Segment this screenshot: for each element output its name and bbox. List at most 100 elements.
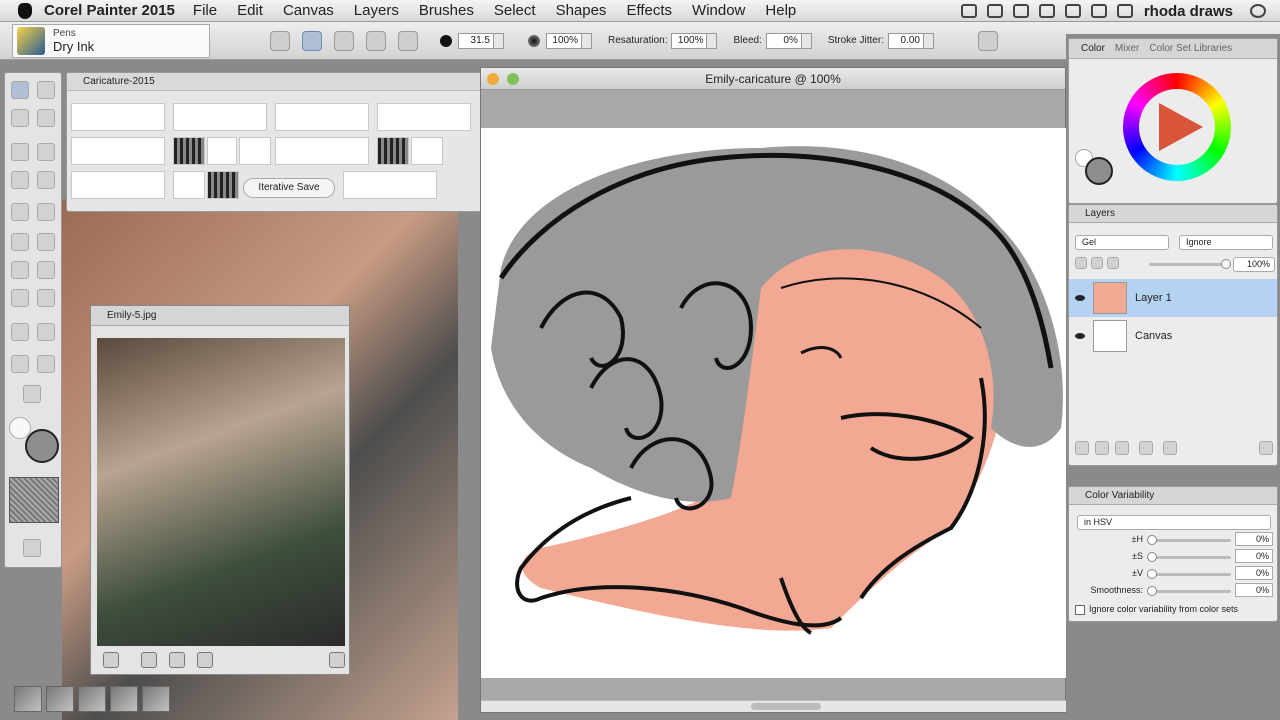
saturation-field[interactable]: 0% [1235, 549, 1273, 563]
create-layer-mask-icon[interactable] [1139, 441, 1153, 455]
brush-selector[interactable]: Pens Dry Ink [12, 23, 210, 58]
hue-slider[interactable] [1147, 535, 1231, 545]
apple-icon[interactable] [18, 2, 32, 19]
cloner-icon[interactable] [11, 289, 29, 307]
main-color-swatch[interactable] [25, 429, 59, 463]
screen-mode-icon[interactable] [23, 539, 41, 557]
bleed-field[interactable]: 0% [765, 32, 802, 49]
menu-layers[interactable]: Layers [354, 2, 399, 19]
dropper-tool-icon[interactable] [37, 81, 55, 99]
rect-selection-icon[interactable] [37, 143, 55, 161]
preserve-select[interactable]: Ignore [1179, 235, 1273, 250]
menu-select[interactable]: Select [494, 2, 536, 19]
clock-icon[interactable] [1116, 4, 1133, 18]
lock-layer-icon[interactable] [1163, 441, 1177, 455]
brush-preset[interactable] [173, 103, 267, 131]
magic-wand-icon[interactable] [37, 171, 55, 189]
layer-opacity-slider[interactable] [1149, 259, 1231, 269]
close-window-icon[interactable] [487, 73, 499, 85]
dodge-icon[interactable] [37, 289, 55, 307]
brush-tool-icon[interactable] [11, 81, 29, 99]
hand-icon[interactable] [197, 652, 213, 668]
visibility-eye-icon[interactable] [1075, 295, 1085, 301]
text-tool-icon[interactable] [11, 261, 29, 279]
composite-method-select[interactable]: Gel [1075, 235, 1169, 250]
brush-preset[interactable] [71, 171, 165, 199]
brush-preset[interactable] [275, 103, 369, 131]
delete-layer-icon[interactable] [1259, 441, 1273, 455]
drawing-canvas[interactable] [481, 128, 1067, 678]
mirror-painting-icon[interactable] [11, 323, 29, 341]
menu-brushes[interactable]: Brushes [419, 2, 474, 19]
eraser-tool-icon[interactable] [37, 109, 55, 127]
brush-tracking-icon[interactable] [977, 30, 998, 51]
volume-icon[interactable] [1090, 4, 1107, 18]
stroke-attributes-icon[interactable] [366, 30, 386, 51]
jitter-field[interactable]: 0.00 [887, 32, 924, 49]
brush-preset[interactable] [207, 171, 239, 199]
main-color-swatch[interactable] [1085, 157, 1113, 185]
resaturation-dropdown[interactable] [707, 32, 718, 49]
menu-help[interactable]: Help [765, 2, 796, 19]
open-image-icon[interactable] [103, 652, 119, 668]
paint-bucket-icon[interactable] [11, 109, 29, 127]
brush-preset[interactable] [343, 171, 437, 199]
brush-preset[interactable] [411, 137, 443, 165]
transform-icon[interactable] [11, 203, 29, 221]
horizontal-scrollbar[interactable] [481, 700, 1067, 712]
brush-preset[interactable] [173, 171, 205, 199]
hue-knob[interactable] [1147, 535, 1157, 545]
display-icon[interactable] [1038, 4, 1055, 18]
hue-ring[interactable] [1123, 73, 1231, 181]
bleed-dropdown[interactable] [801, 32, 812, 49]
zoom-window-icon[interactable] [507, 73, 519, 85]
iterative-save-button[interactable]: Iterative Save [243, 178, 335, 198]
smoothness-knob[interactable] [1147, 586, 1157, 596]
layer-opacity-knob[interactable] [1221, 259, 1231, 269]
layer-preserve-icon[interactable] [1107, 257, 1119, 269]
tab-color[interactable]: Color [1081, 43, 1105, 54]
rotate-page-icon[interactable] [23, 385, 41, 403]
saturation-knob[interactable] [1147, 552, 1157, 562]
user-name[interactable]: rhoda draws [1144, 3, 1233, 20]
resaturation-field[interactable]: 100% [671, 32, 708, 49]
smoothness-slider[interactable] [1147, 586, 1231, 596]
straight-line-icon[interactable] [334, 30, 354, 51]
brush-preset[interactable] [239, 137, 271, 165]
tab-mixer[interactable]: Mixer [1115, 43, 1139, 54]
menu-file[interactable]: File [193, 2, 217, 19]
tab-color-set-libraries[interactable]: Color Set Libraries [1149, 43, 1232, 54]
layer-lock-icon[interactable] [1075, 257, 1087, 269]
brush-preset[interactable] [275, 137, 369, 165]
brush-preset[interactable] [207, 137, 237, 165]
saturation-value-area[interactable] [1139, 89, 1215, 165]
app-name[interactable]: Corel Painter 2015 [44, 2, 175, 19]
freehand-stroke-icon[interactable] [302, 30, 322, 51]
pen-shape-icon[interactable] [11, 233, 29, 251]
menu-window[interactable]: Window [692, 2, 745, 19]
color-triangle[interactable] [1159, 103, 1203, 151]
dropbox-icon[interactable] [960, 4, 977, 18]
menu-effects[interactable]: Effects [626, 2, 672, 19]
sync-icon[interactable] [1064, 4, 1081, 18]
layer-pick-up-icon[interactable] [1091, 257, 1103, 269]
wifi-icon[interactable] [1012, 4, 1029, 18]
hue-field[interactable]: 0% [1235, 532, 1273, 546]
rectangle-shape-icon[interactable] [37, 233, 55, 251]
paper-selector-icon[interactable] [14, 686, 42, 712]
perspective-icon[interactable] [37, 323, 55, 341]
variability-mode-select[interactable]: in HSV [1077, 515, 1271, 530]
search-icon[interactable] [1250, 4, 1266, 18]
brush-preset[interactable] [377, 137, 409, 165]
ignore-variability-checkbox[interactable] [1075, 605, 1085, 615]
lasso-icon[interactable] [11, 171, 29, 189]
menu-canvas[interactable]: Canvas [283, 2, 334, 19]
smoothness-field[interactable]: 0% [1235, 583, 1273, 597]
opacity-field[interactable]: 100% [546, 32, 582, 49]
layer-opacity-field[interactable]: 100% [1233, 257, 1275, 272]
size-field[interactable]: 31.5 [458, 32, 494, 49]
size-dropdown[interactable] [494, 32, 504, 49]
dropper-icon[interactable] [141, 652, 157, 668]
scroll-thumb[interactable] [751, 703, 821, 710]
reset-tool-icon[interactable] [270, 30, 290, 51]
